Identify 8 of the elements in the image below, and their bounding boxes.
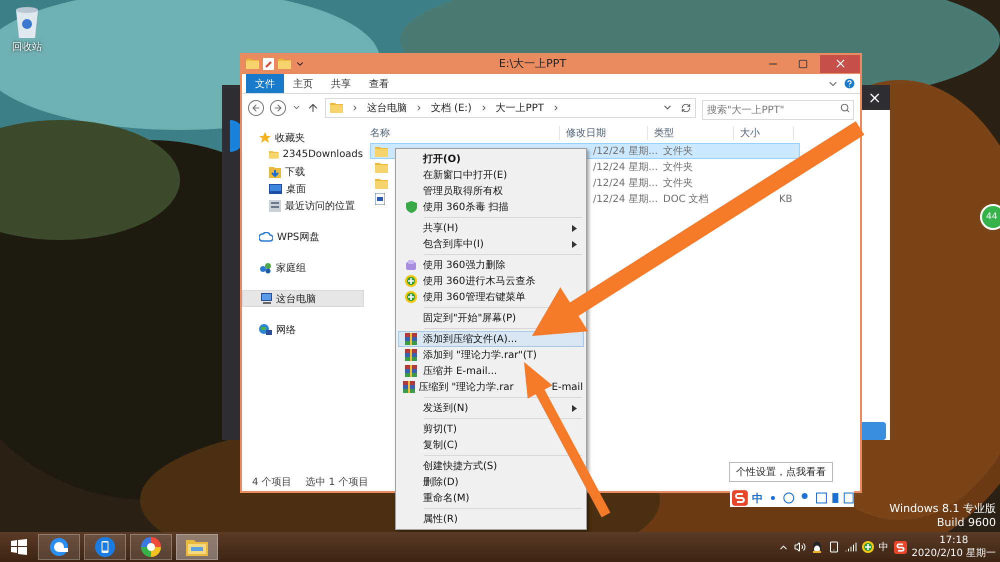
status-text: 选中 1 个项目	[306, 476, 368, 489]
desktop-icon-label: 回收站	[12, 40, 42, 54]
os-edition-text: Windows 8.1 专业版	[889, 502, 996, 516]
os-edition-text: Build 9600	[936, 516, 996, 530]
status-text: 4 个项目	[252, 476, 292, 489]
close-icon: ×	[868, 88, 882, 107]
window-title: E:\大一上PPT	[498, 56, 568, 71]
tooltip: 个性设置，点我看看	[729, 462, 833, 482]
